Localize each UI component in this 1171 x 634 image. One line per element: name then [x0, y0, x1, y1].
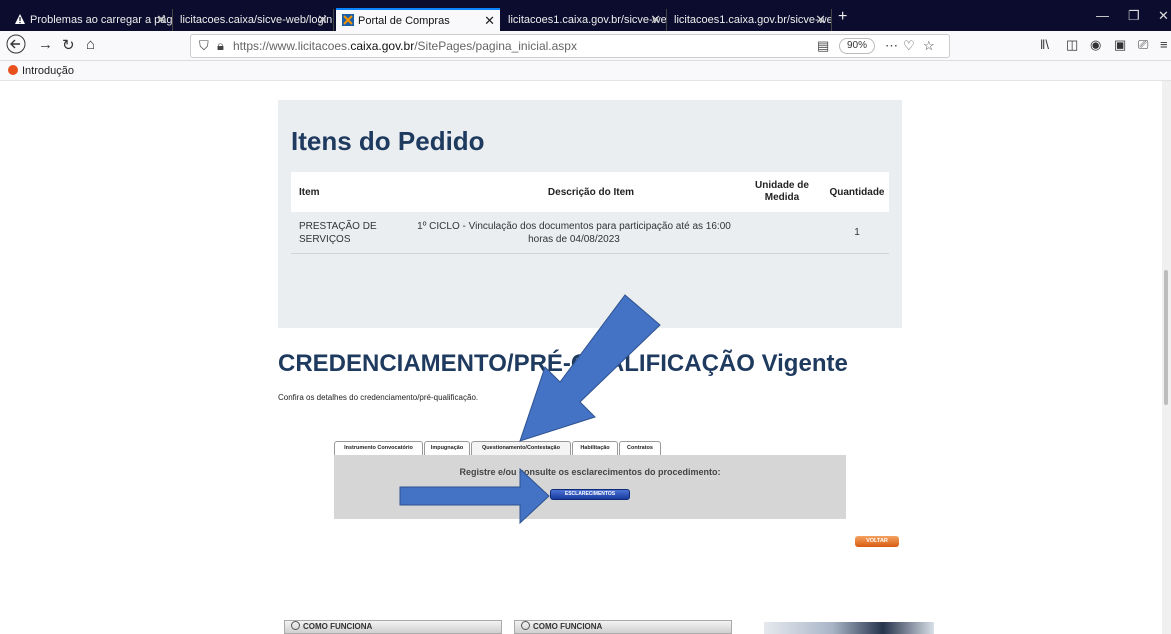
circle-arrow-icon	[291, 621, 300, 630]
diagonal-arrow	[519, 294, 661, 442]
horizontal-arrow	[399, 467, 550, 525]
circle-arrow-icon	[521, 621, 530, 630]
como-funciona-2[interactable]: COMO FUNCIONA	[514, 620, 732, 634]
annotation-arrows	[399, 294, 661, 525]
como-funciona-1[interactable]: COMO FUNCIONA	[284, 620, 502, 634]
banner-image	[764, 622, 934, 634]
browser-window: Problemas ao carregar a página ✕ licitaco…	[0, 0, 1171, 634]
scrollbar-thumb[interactable]	[1164, 270, 1168, 405]
